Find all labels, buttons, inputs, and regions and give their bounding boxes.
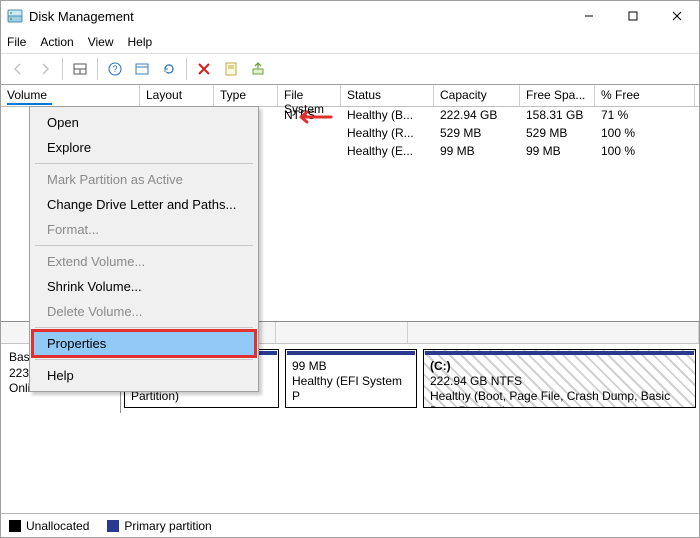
- menu-file[interactable]: File: [7, 35, 26, 49]
- ctx-separator: [35, 163, 253, 164]
- ctx-shrink[interactable]: Shrink Volume...: [33, 274, 255, 299]
- col-status[interactable]: Status: [341, 85, 434, 106]
- help-icon[interactable]: ?: [102, 56, 128, 82]
- col-type[interactable]: Type: [214, 85, 278, 106]
- cell-free: 529 MB: [520, 125, 595, 143]
- cell-capacity: 529 MB: [434, 125, 520, 143]
- col-free[interactable]: Free Spa...: [520, 85, 595, 106]
- minimize-button[interactable]: [567, 1, 611, 31]
- partition-desc: Healthy (Boot, Page File, Crash Dump, Ba…: [430, 389, 689, 408]
- ctx-change-letter[interactable]: Change Drive Letter and Paths...: [33, 192, 255, 217]
- window-title: Disk Management: [29, 9, 567, 24]
- legend-unallocated: Unallocated: [9, 519, 89, 533]
- cell-fs: [278, 143, 341, 161]
- ctx-extend: Extend Volume...: [33, 249, 255, 274]
- partition-size: 99 MB: [292, 359, 410, 374]
- legend-unallocated-label: Unallocated: [26, 519, 89, 533]
- cell-status: Healthy (B...: [341, 107, 434, 125]
- cell-status: Healthy (R...: [341, 125, 434, 143]
- partition-desc: Healthy (EFI System P: [292, 374, 410, 404]
- ctx-separator: [35, 245, 253, 246]
- menu-action[interactable]: Action: [40, 35, 73, 49]
- toolbar-separator: [62, 58, 63, 80]
- properties-icon[interactable]: [218, 56, 244, 82]
- col-pctfree[interactable]: % Free: [595, 85, 695, 106]
- blank-area: [1, 413, 699, 507]
- toolbar: ?: [1, 53, 699, 85]
- col-volume[interactable]: Volume: [1, 85, 140, 106]
- ctx-explore[interactable]: Explore: [33, 135, 255, 160]
- swatch-primary-icon: [107, 520, 119, 532]
- cell-capacity: 222.94 GB: [434, 107, 520, 125]
- rescan-icon[interactable]: [156, 56, 182, 82]
- context-menu: Open Explore Mark Partition as Active Ch…: [29, 106, 259, 392]
- ctx-format: Format...: [33, 217, 255, 242]
- cell-pct: 100 %: [595, 143, 695, 161]
- partition-efi[interactable]: 99 MB Healthy (EFI System P: [285, 349, 417, 408]
- toolbar-separator: [186, 58, 187, 80]
- col-filesystem[interactable]: File System: [278, 85, 341, 106]
- col-layout[interactable]: Layout: [140, 85, 214, 106]
- cell-free: 158.31 GB: [520, 107, 595, 125]
- forward-icon[interactable]: [32, 56, 58, 82]
- settings-icon[interactable]: [129, 56, 155, 82]
- svg-text:?: ?: [112, 64, 117, 74]
- ctx-help[interactable]: Help: [33, 363, 255, 388]
- back-icon[interactable]: [5, 56, 31, 82]
- window-controls: [567, 1, 699, 31]
- close-button[interactable]: [655, 1, 699, 31]
- menu-view[interactable]: View: [88, 35, 114, 49]
- partition-c[interactable]: (C:) 222.94 GB NTFS Healthy (Boot, Page …: [423, 349, 696, 408]
- cell-capacity: 99 MB: [434, 143, 520, 161]
- maximize-button[interactable]: [611, 1, 655, 31]
- partition-size: 222.94 GB NTFS: [430, 374, 689, 389]
- partition-stripe: [287, 351, 415, 355]
- action-icon[interactable]: [245, 56, 271, 82]
- cell-free: 99 MB: [520, 143, 595, 161]
- cell-pct: 71 %: [595, 107, 695, 125]
- title-bar: Disk Management: [1, 1, 699, 31]
- column-headers: Volume Layout Type File System Status Ca…: [1, 85, 699, 107]
- ctx-separator: [35, 327, 253, 328]
- legend-primary: Primary partition: [107, 519, 211, 533]
- ctx-mark-active: Mark Partition as Active: [33, 167, 255, 192]
- cell-status: Healthy (E...: [341, 143, 434, 161]
- partition-title: (C:): [430, 359, 689, 374]
- swatch-unallocated-icon: [9, 520, 21, 532]
- ctx-properties[interactable]: Properties: [33, 331, 255, 356]
- menu-help[interactable]: Help: [128, 35, 153, 49]
- layout-icon[interactable]: [67, 56, 93, 82]
- legend: Unallocated Primary partition: [1, 513, 699, 537]
- callout-arrow-icon: [293, 109, 333, 128]
- partition-stripe: [425, 351, 694, 355]
- toolbar-separator: [97, 58, 98, 80]
- delete-icon[interactable]: [191, 56, 217, 82]
- app-icon: [7, 8, 23, 24]
- ctx-open[interactable]: Open: [33, 110, 255, 135]
- ctx-delete: Delete Volume...: [33, 299, 255, 324]
- col-capacity[interactable]: Capacity: [434, 85, 520, 106]
- cell-pct: 100 %: [595, 125, 695, 143]
- menu-bar: File Action View Help: [1, 31, 699, 53]
- legend-primary-label: Primary partition: [124, 519, 211, 533]
- ctx-separator: [35, 359, 253, 360]
